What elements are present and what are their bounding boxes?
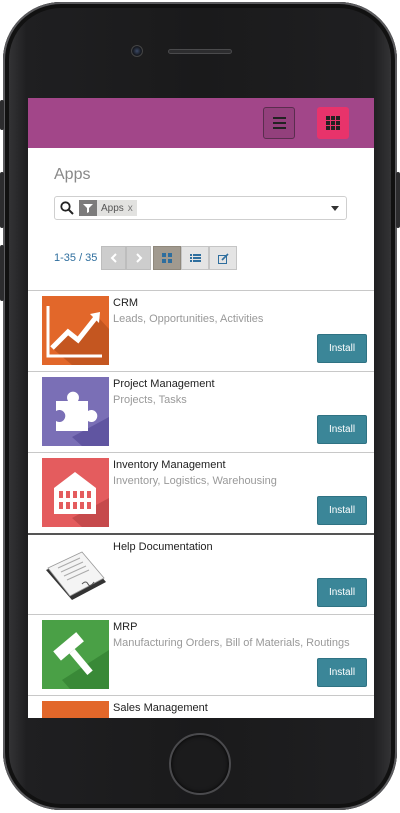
app-card[interactable]: Inventory Management Inventory, Logistic… (28, 452, 374, 533)
view-switcher (153, 246, 237, 270)
app-name: Project Management (113, 378, 215, 390)
app-card[interactable]: Sales Management (28, 695, 374, 718)
chevron-left-icon (110, 253, 117, 263)
volume-up-button (0, 172, 4, 228)
form-edit-icon (217, 252, 229, 264)
warehouse-icon (42, 458, 109, 527)
app-list: CRM Leads, Opportunities, Activities Ins… (28, 290, 374, 718)
hamburger-icon (272, 116, 286, 131)
install-button[interactable]: Install (317, 496, 367, 525)
search-icon (60, 201, 74, 215)
documents-icon (42, 540, 109, 609)
form-view-button[interactable] (209, 246, 237, 270)
hammer-icon (42, 620, 109, 689)
app-name: Inventory Management (113, 459, 226, 471)
facet-values: Apps x (97, 200, 137, 216)
list-view-button[interactable] (181, 246, 209, 270)
earpiece-speaker (168, 49, 232, 54)
puzzle-icon (42, 377, 109, 446)
app-card[interactable]: MRP Manufacturing Orders, Bill of Materi… (28, 614, 374, 695)
kanban-icon (162, 253, 172, 263)
facet-value: Apps (101, 202, 124, 214)
menu-toggle-button[interactable] (263, 107, 295, 139)
app-card[interactable]: Help Documentation Install (28, 533, 374, 614)
app-summary: Leads, Opportunities, Activities (113, 313, 264, 325)
search-facet: Apps x (79, 200, 137, 216)
app-summary: Inventory, Logistics, Warehousing (113, 475, 277, 487)
app-name: CRM (113, 297, 139, 309)
volume-down-button (0, 245, 4, 301)
chevron-right-icon (135, 253, 142, 263)
apps-menu-button[interactable] (317, 107, 349, 139)
app-card[interactable]: CRM Leads, Opportunities, Activities Ins… (28, 290, 374, 371)
crm-chart-icon (42, 296, 109, 365)
page-title: Apps (54, 166, 91, 183)
kanban-view-button[interactable] (153, 246, 181, 270)
filter-icon (79, 200, 97, 216)
app-name: Sales Management (113, 702, 208, 714)
install-button[interactable]: Install (317, 334, 367, 363)
facet-remove-icon[interactable]: x (128, 203, 133, 214)
list-icon (189, 254, 201, 262)
install-button[interactable]: Install (317, 415, 367, 444)
pager-buttons (101, 246, 151, 270)
app-summary: Manufacturing Orders, Bill of Materials,… (113, 637, 350, 649)
app-screen: Apps Apps x 1-35 / 35 CRM Leads, Opportu… (28, 98, 374, 718)
install-button[interactable]: Install (317, 578, 367, 607)
app-name: MRP (113, 621, 138, 633)
pager-next-button[interactable] (126, 246, 151, 270)
front-camera (131, 45, 143, 57)
home-button[interactable] (169, 733, 231, 795)
install-button[interactable]: Install (317, 658, 367, 687)
app-card[interactable]: Project Management Projects, Tasks Insta… (28, 371, 374, 452)
top-navbar (28, 98, 374, 148)
mute-switch (0, 100, 4, 130)
search-input[interactable]: Apps x (54, 196, 347, 220)
sales-icon (42, 701, 109, 718)
caret-down-icon[interactable] (331, 206, 339, 211)
app-name: Help Documentation (113, 541, 213, 553)
grid-icon (326, 116, 340, 130)
power-button (396, 172, 400, 228)
app-summary: Projects, Tasks (113, 394, 187, 406)
pager-value[interactable]: 1-35 / 35 (54, 252, 97, 264)
pager-previous-button[interactable] (101, 246, 126, 270)
